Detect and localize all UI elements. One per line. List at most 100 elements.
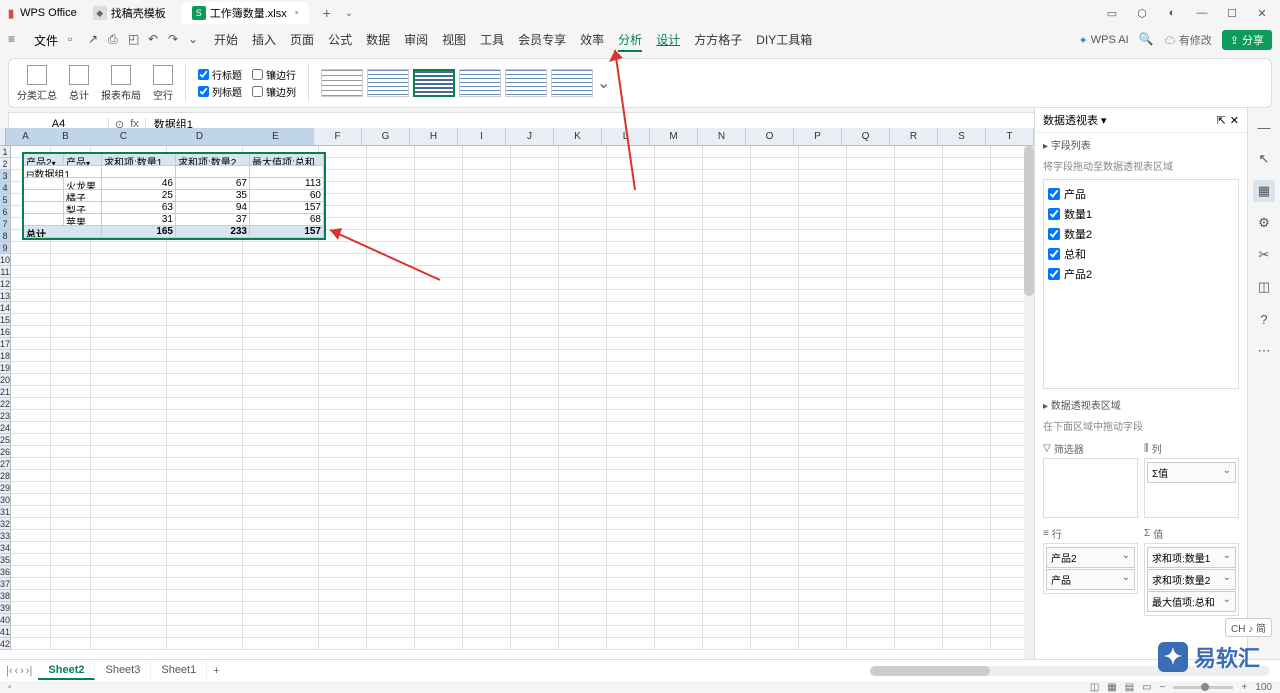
check-row-header[interactable]: 行标题	[198, 67, 242, 82]
area-field-item[interactable]: Σ值	[1147, 462, 1236, 483]
pivot-data-row[interactable]: 火龙果4667113	[24, 178, 324, 190]
ribbon-subtotal[interactable]: 分类汇总	[17, 65, 57, 102]
sheet-add-button[interactable]: +	[207, 665, 225, 677]
wps-ai-button[interactable]: ✦ WPS AI	[1079, 34, 1129, 47]
row-header-15[interactable]: 15	[0, 314, 11, 326]
row-header-36[interactable]: 36	[0, 566, 11, 578]
row-header-32[interactable]: 32	[0, 518, 11, 530]
menu-tab-11[interactable]: 设计	[656, 29, 680, 52]
value-area[interactable]: 求和项:数量1求和项:数量2最大值项:总和	[1144, 543, 1239, 616]
tab-add-button[interactable]: +	[315, 5, 339, 21]
vertical-scrollbar[interactable]	[1024, 146, 1034, 665]
col-header-H[interactable]: H	[410, 128, 458, 145]
menu-tab-13[interactable]: DIY工具箱	[756, 29, 812, 52]
tab-menu-icon[interactable]: ⌄	[345, 8, 353, 19]
menu-tab-12[interactable]: 方方格子	[694, 29, 742, 52]
row-header-7[interactable]: 7	[0, 218, 11, 230]
col-header-F[interactable]: F	[314, 128, 362, 145]
rt-bookmark-icon[interactable]: ◫	[1253, 276, 1275, 298]
col-header-E[interactable]: E	[238, 128, 314, 145]
window-avatar-icon[interactable]: ◐	[1162, 3, 1182, 23]
pivot-data-row[interactable]: 橘子253560	[24, 190, 324, 202]
menu-tab-6[interactable]: 视图	[442, 29, 466, 52]
tab-workbook[interactable]: S 工作簿数量.xlsx •	[182, 2, 309, 24]
filter-area[interactable]	[1043, 458, 1138, 518]
pivot-filter-product-icon[interactable]: ▾	[86, 159, 90, 166]
row-header-19[interactable]: 19	[0, 362, 11, 374]
menu-tab-3[interactable]: 公式	[328, 29, 352, 52]
rt-help-icon[interactable]: ?	[1253, 308, 1275, 330]
undo-icon[interactable]: ↶	[148, 32, 164, 48]
menu-tab-2[interactable]: 页面	[290, 29, 314, 52]
row-header-8[interactable]: 8	[0, 230, 11, 242]
col-header-G[interactable]: G	[362, 128, 410, 145]
menu-tab-10[interactable]: 分析	[618, 29, 642, 52]
sheet-first-icon[interactable]: |‹	[6, 665, 13, 677]
row-header-11[interactable]: 11	[0, 266, 11, 278]
col-header-L[interactable]: L	[602, 128, 650, 145]
tab-template[interactable]: ◆ 找稿壳模板	[83, 2, 176, 24]
menu-file[interactable]: 文件	[28, 30, 64, 51]
row-header-37[interactable]: 37	[0, 578, 11, 590]
menu-tab-7[interactable]: 工具	[480, 29, 504, 52]
side-pin-icon[interactable]: ⇱	[1217, 114, 1226, 127]
row-header-23[interactable]: 23	[0, 410, 11, 422]
field-item[interactable]: 总和	[1048, 244, 1234, 264]
pivot-style-1[interactable]	[321, 69, 363, 97]
print-icon[interactable]: ⎙	[108, 32, 124, 48]
row-header-24[interactable]: 24	[0, 422, 11, 434]
sheet-tab-Sheet3[interactable]: Sheet3	[95, 662, 151, 680]
area-field-item[interactable]: 最大值项:总和	[1147, 591, 1236, 612]
row-header-26[interactable]: 26	[0, 446, 11, 458]
spreadsheet[interactable]: ABCDEFGHIJKLMNOPQRST 1234567891011121314…	[0, 128, 1034, 665]
row-header-9[interactable]: 9	[0, 242, 11, 254]
check-banded-row[interactable]: 镶边行	[252, 67, 296, 82]
col-header-T[interactable]: T	[986, 128, 1034, 145]
col-header-M[interactable]: M	[650, 128, 698, 145]
row-header-1[interactable]: 1	[0, 146, 11, 158]
pivot-style-2[interactable]	[367, 69, 409, 97]
sheet-tab-Sheet1[interactable]: Sheet1	[151, 662, 207, 680]
sheet-tab-Sheet2[interactable]: Sheet2	[38, 662, 95, 680]
row-header-25[interactable]: 25	[0, 434, 11, 446]
ribbon-blankrow[interactable]: 空行	[153, 65, 173, 102]
row-header-12[interactable]: 12	[0, 278, 11, 290]
row-header-6[interactable]: 6	[0, 206, 11, 218]
col-header-J[interactable]: J	[506, 128, 554, 145]
row-header-16[interactable]: 16	[0, 326, 11, 338]
row-header-22[interactable]: 22	[0, 398, 11, 410]
menu-tab-9[interactable]: 效率	[580, 29, 604, 52]
col-header-B[interactable]: B	[46, 128, 86, 145]
view-normal-icon[interactable]: ◫	[1090, 682, 1099, 693]
redo-icon[interactable]: ↷	[168, 32, 184, 48]
dropdown-icon[interactable]: ⌄	[188, 32, 204, 48]
sheet-last-icon[interactable]: ›|	[26, 665, 33, 677]
ribbon-layout[interactable]: 报表布局	[101, 65, 141, 102]
window-multi-icon[interactable]: ▭	[1102, 3, 1122, 23]
row-header-30[interactable]: 30	[0, 494, 11, 506]
field-item[interactable]: 产品	[1048, 184, 1234, 204]
row-header-31[interactable]: 31	[0, 506, 11, 518]
row-header-5[interactable]: 5	[0, 194, 11, 206]
col-header-R[interactable]: R	[890, 128, 938, 145]
export-icon[interactable]: ↗	[88, 32, 104, 48]
search-icon[interactable]: 🔍	[1139, 32, 1155, 48]
menu-tab-0[interactable]: 开始	[214, 29, 238, 52]
col-header-A[interactable]: A	[6, 128, 46, 145]
pivot-style-5[interactable]	[505, 69, 547, 97]
col-header-N[interactable]: N	[698, 128, 746, 145]
menu-tab-5[interactable]: 审阅	[404, 29, 428, 52]
sheet-prev-icon[interactable]: ‹	[15, 665, 19, 677]
row-header-40[interactable]: 40	[0, 614, 11, 626]
zoom-out-icon[interactable]: −	[1160, 682, 1166, 693]
view-break-icon[interactable]: ▤	[1125, 682, 1134, 693]
row-header-10[interactable]: 10	[0, 254, 11, 266]
row-header-35[interactable]: 35	[0, 554, 11, 566]
zoom-level[interactable]: 100	[1255, 682, 1272, 693]
rt-collapse-icon[interactable]: —	[1253, 116, 1275, 138]
area-field-item[interactable]: 求和项:数量1	[1147, 547, 1236, 568]
field-item[interactable]: 产品2	[1048, 264, 1234, 284]
preview-icon[interactable]: ◰	[128, 32, 144, 48]
col-header-K[interactable]: K	[554, 128, 602, 145]
pivot-table[interactable]: 产品2▾ 产品▾ 求和项:数量1 求和项:数量2 最大值项:总和 ⊟数据组1 火…	[22, 152, 326, 240]
